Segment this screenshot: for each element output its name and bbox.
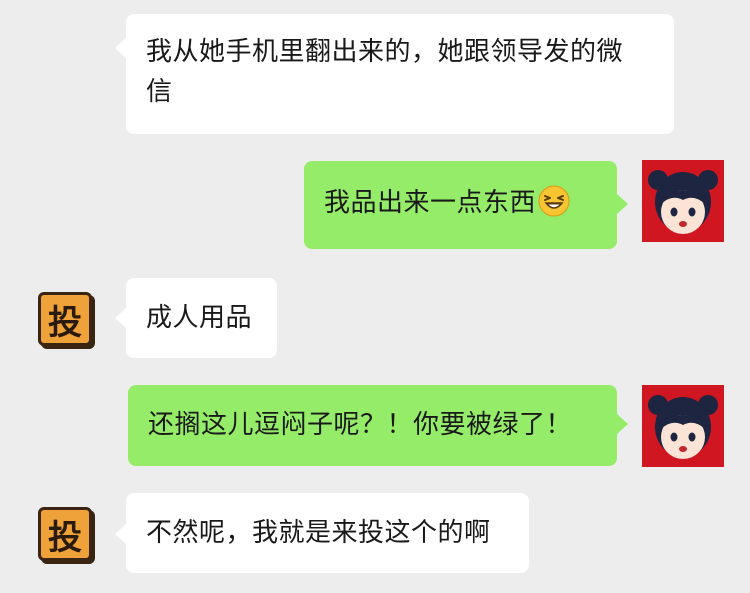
contact-avatar[interactable]: 投: [38, 507, 92, 561]
message-text: 成人用品: [146, 303, 253, 333]
bubble-tail: [115, 524, 126, 544]
bubble-tail: [617, 194, 628, 214]
message-bubble[interactable]: 还搁这儿逗闷子呢？！你要被绿了！: [128, 385, 617, 466]
message-bubble[interactable]: 我品出来一点东西: [304, 161, 617, 249]
message-bubble[interactable]: 不然呢，我就是来投这个的啊: [126, 493, 529, 573]
bubble-tail: [115, 308, 126, 328]
grinning-squint-emoji-icon: [538, 185, 570, 217]
message-text: 我品出来一点东西: [324, 188, 537, 218]
message-text: 还搁这儿逗闷子呢？！你要被绿了！: [148, 410, 573, 440]
bubble-tail: [115, 38, 126, 58]
user-avatar[interactable]: [642, 160, 724, 242]
girl-avatar-icon: [642, 385, 724, 467]
contact-avatar[interactable]: 投: [38, 292, 92, 346]
user-avatar[interactable]: [642, 385, 724, 467]
avatar-label: 投: [48, 517, 82, 558]
bubble-tail: [617, 414, 628, 434]
avatar-label: 投: [48, 302, 82, 343]
message-text: 我从她手机里翻出来的，她跟领导发的微信: [146, 37, 624, 107]
message-bubble[interactable]: 我从她手机里翻出来的，她跟领导发的微信: [126, 14, 674, 134]
girl-avatar-icon: [642, 160, 724, 242]
message-bubble[interactable]: 成人用品: [126, 278, 277, 358]
message-text: 不然呢，我就是来投这个的啊: [146, 518, 491, 548]
